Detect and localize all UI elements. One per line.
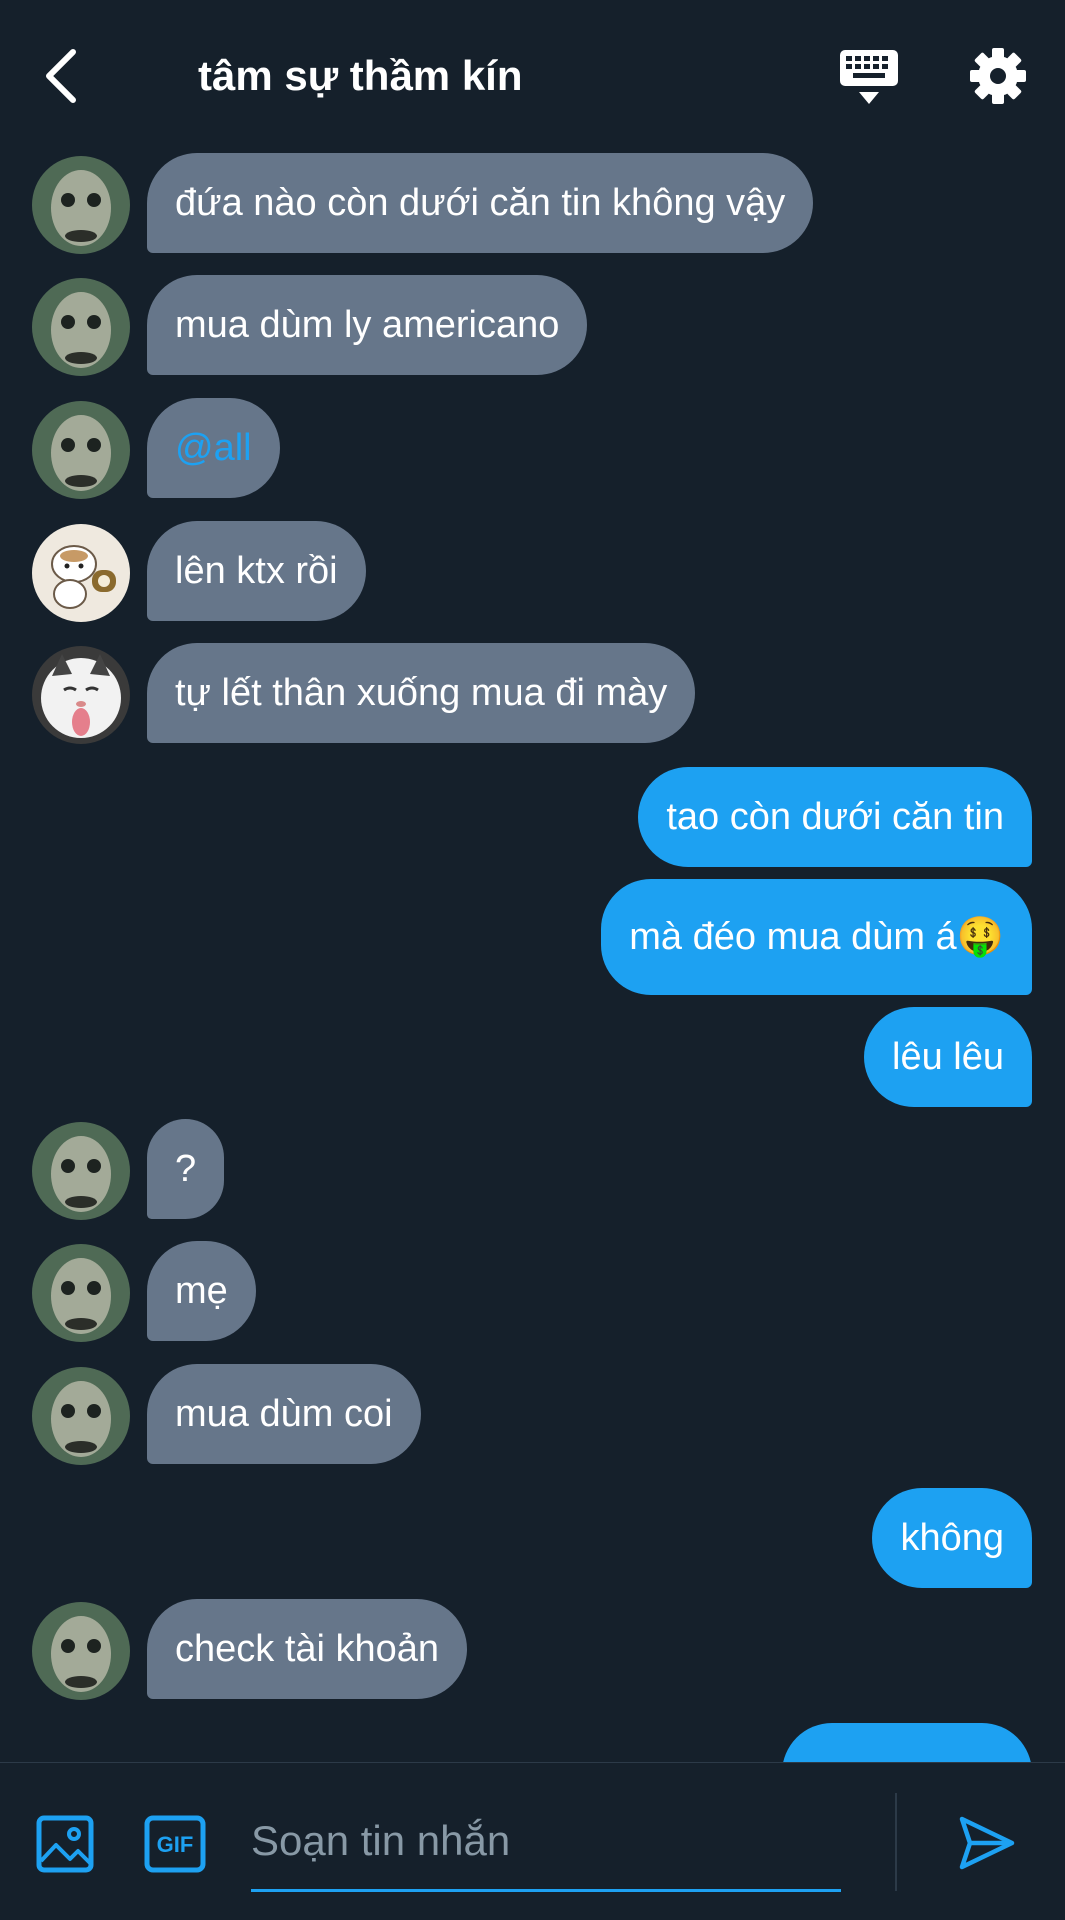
chevron-left-icon [46,49,76,103]
fish-face-avatar-icon [32,1122,130,1220]
outgoing-message[interactable]: lêu lêu [864,1007,1032,1107]
incoming-message[interactable]: ? [147,1119,225,1219]
incoming-message[interactable]: mua dùm coi [147,1364,421,1464]
attach-image-button[interactable] [36,1815,94,1873]
avatar[interactable] [32,1244,130,1342]
avatar[interactable] [32,524,130,622]
fish-face-avatar-icon [32,278,130,376]
avatar[interactable] [32,1602,130,1700]
attach-gif-button[interactable]: GIF [144,1815,206,1873]
message-list[interactable]: đứa nào còn dưới căn tin không vậy mua d… [0,150,1065,1762]
avatar[interactable] [32,646,130,744]
cat-avatar-icon [32,646,130,744]
fish-face-avatar-icon [32,1367,130,1465]
outgoing-message[interactable]: mà đéo mua dùm á🤑 [601,879,1032,995]
send-button[interactable] [956,1813,1018,1873]
incoming-message[interactable]: mua dùm ly americano [147,275,588,375]
chat-header: tâm sự thầm kín [0,0,1065,150]
chat-title: tâm sự thầm kín [198,52,523,99]
message-composer: GIF [0,1762,1065,1920]
hamster-avatar-icon [32,524,130,622]
mention-link[interactable]: @all [175,425,252,471]
gif-label: GIF [157,1832,194,1857]
fish-face-avatar-icon [32,401,130,499]
back-button[interactable] [34,40,88,112]
fish-face-avatar-icon [32,1244,130,1342]
gif-icon: GIF [144,1815,206,1873]
settings-button[interactable] [968,46,1028,106]
incoming-message[interactable]: mẹ [147,1241,256,1341]
avatar[interactable] [32,156,130,254]
avatar[interactable] [32,401,130,499]
fish-face-avatar-icon [32,1602,130,1700]
outgoing-message[interactable]: không [872,1488,1032,1588]
incoming-message[interactable]: tự lết thân xuống mua đi mày [147,643,696,743]
message-input[interactable] [251,1793,841,1892]
incoming-message[interactable]: @all [147,398,280,498]
outgoing-message[interactable] [782,1723,1032,1762]
keyboard-button[interactable] [836,48,902,110]
fish-face-avatar-icon [32,156,130,254]
avatar[interactable] [32,1367,130,1465]
image-icon [36,1815,94,1873]
incoming-message[interactable]: check tài khoản [147,1599,468,1699]
gear-icon [970,48,1026,104]
outgoing-message[interactable]: tao còn dưới căn tin [638,767,1032,867]
composer-divider [895,1793,897,1891]
send-icon [959,1816,1015,1870]
avatar[interactable] [32,1122,130,1220]
incoming-message[interactable]: lên ktx rồi [147,521,366,621]
avatar[interactable] [32,278,130,376]
incoming-message[interactable]: đứa nào còn dưới căn tin không vậy [147,153,814,253]
keyboard-icon [840,50,898,104]
